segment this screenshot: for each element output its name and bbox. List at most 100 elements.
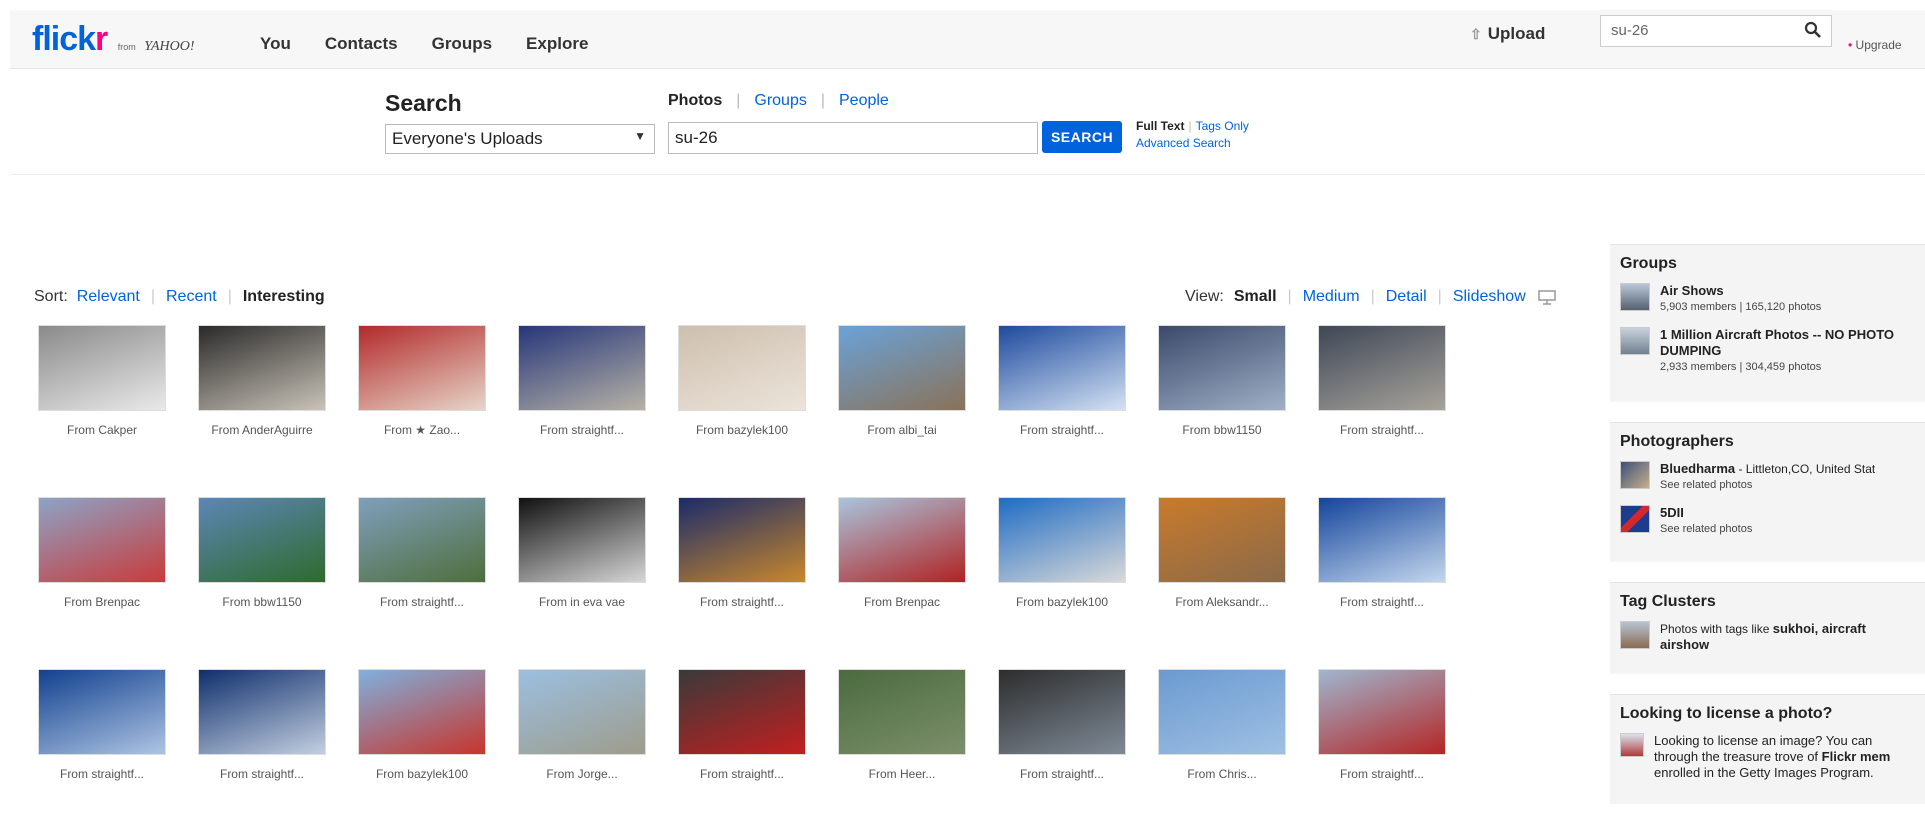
photo-owner-caption[interactable]: From bazylek100 [357, 767, 487, 781]
photo-thumbnail[interactable] [358, 669, 486, 755]
photo-thumbnail[interactable] [1318, 497, 1446, 583]
tag-cluster-tags-continued[interactable]: airshow [1660, 637, 1866, 653]
photo-thumbnail[interactable] [518, 669, 646, 755]
photo-thumbnail[interactable] [198, 669, 326, 755]
photo-thumbnail[interactable] [518, 325, 646, 411]
photo-tile[interactable]: From straightf... [1317, 669, 1447, 781]
avatar[interactable] [1620, 505, 1650, 533]
avatar[interactable] [1620, 461, 1650, 489]
tab-people[interactable]: People [839, 92, 889, 110]
photo-tile[interactable]: From Aleksandr... [1157, 497, 1287, 609]
photo-owner-caption[interactable]: From albi_tai [837, 423, 967, 437]
upgrade-link[interactable]: • Upgrade [1848, 38, 1902, 52]
photo-tile[interactable]: From bbw1150 [197, 497, 327, 609]
photo-tile[interactable]: From bazylek100 [357, 669, 487, 781]
photo-thumbnail[interactable] [1158, 669, 1286, 755]
photo-tile[interactable]: From straightf... [1317, 497, 1447, 609]
photo-tile[interactable]: From bazylek100 [677, 325, 807, 437]
view-medium[interactable]: Medium [1303, 288, 1360, 306]
photo-tile[interactable]: From bazylek100 [997, 497, 1127, 609]
header-search-input[interactable]: su-26 [1600, 15, 1832, 47]
view-small[interactable]: Small [1234, 288, 1277, 306]
search-icon[interactable] [1803, 20, 1823, 40]
photo-thumbnail[interactable] [198, 325, 326, 411]
photo-owner-caption[interactable]: From straightf... [997, 423, 1127, 437]
nav-you[interactable]: You [260, 34, 291, 54]
advanced-search-link[interactable]: Advanced Search [1136, 136, 1231, 150]
photo-owner-caption[interactable]: From straightf... [1317, 767, 1447, 781]
photo-owner-caption[interactable]: From AnderAguirre [197, 423, 327, 437]
nav-explore[interactable]: Explore [526, 34, 588, 54]
search-button[interactable]: SEARCH [1042, 121, 1122, 153]
group-item[interactable]: 1 Million Aircraft Photos -- NO PHOTO DU… [1620, 327, 1915, 375]
photo-tile[interactable]: From Heer... [837, 669, 967, 781]
photo-thumbnail[interactable] [998, 669, 1126, 755]
group-name[interactable]: 1 Million Aircraft Photos -- NO PHOTO [1660, 327, 1894, 343]
photo-thumbnail[interactable] [998, 325, 1126, 411]
photo-owner-caption[interactable]: From bbw1150 [197, 595, 327, 609]
flickr-members-link[interactable]: Flickr mem [1822, 749, 1891, 764]
photo-tile[interactable]: From in eva vae [517, 497, 647, 609]
view-detail[interactable]: Detail [1386, 288, 1427, 306]
photo-thumbnail[interactable] [1158, 497, 1286, 583]
photo-owner-caption[interactable]: From ★ Zao... [357, 423, 487, 437]
photo-tile[interactable]: From straightf... [997, 669, 1127, 781]
nav-contacts[interactable]: Contacts [325, 34, 398, 54]
photo-tile[interactable]: From albi_tai [837, 325, 967, 437]
photo-tile[interactable]: From straightf... [677, 669, 807, 781]
photo-owner-caption[interactable]: From Brenpac [837, 595, 967, 609]
photo-owner-caption[interactable]: From straightf... [1317, 595, 1447, 609]
flickr-logo[interactable]: flickr from YAHOO! [32, 20, 195, 59]
photo-thumbnail[interactable] [678, 497, 806, 583]
photo-owner-caption[interactable]: From bazylek100 [997, 595, 1127, 609]
photo-owner-caption[interactable]: From straightf... [357, 595, 487, 609]
photo-tile[interactable]: From Brenpac [37, 497, 167, 609]
sort-relevant[interactable]: Relevant [77, 288, 140, 306]
photo-thumbnail[interactable] [678, 669, 806, 755]
photographer-name[interactable]: 5DII [1660, 505, 1752, 521]
photo-thumbnail[interactable] [1158, 325, 1286, 411]
photo-thumbnail[interactable] [358, 325, 486, 411]
photo-tile[interactable]: From straightf... [357, 497, 487, 609]
photo-thumbnail[interactable] [838, 325, 966, 411]
photo-owner-caption[interactable]: From Heer... [837, 767, 967, 781]
photo-thumbnail[interactable] [38, 497, 166, 583]
sort-interesting[interactable]: Interesting [243, 288, 325, 306]
search-scope-select[interactable]: Everyone's Uploads ▼ [385, 124, 655, 154]
photo-owner-caption[interactable]: From Brenpac [37, 595, 167, 609]
related-photos-link[interactable]: See related photos [1660, 521, 1752, 537]
photo-tile[interactable]: From AnderAguirre [197, 325, 327, 437]
photo-tile[interactable]: From straightf... [37, 669, 167, 781]
photographer-item[interactable]: 5DII See related photos [1620, 505, 1915, 537]
photo-tile[interactable]: From straightf... [197, 669, 327, 781]
slideshow-icon[interactable] [1538, 289, 1556, 305]
tag-cluster-thumbnail[interactable] [1620, 621, 1650, 649]
nav-groups[interactable]: Groups [432, 34, 492, 54]
photo-owner-caption[interactable]: From straightf... [997, 767, 1127, 781]
photo-thumbnail[interactable] [1318, 325, 1446, 411]
full-text-option[interactable]: Full Text [1136, 119, 1184, 133]
group-name[interactable]: Air Shows [1660, 283, 1821, 299]
group-name-continued[interactable]: DUMPING [1660, 343, 1894, 359]
photographer-item[interactable]: Bluedharma - Littleton,CO, United Stat S… [1620, 461, 1915, 493]
tab-photos[interactable]: Photos [668, 92, 722, 110]
upload-link[interactable]: ⇧ Upload [1470, 24, 1545, 44]
photo-owner-caption[interactable]: From Aleksandr... [1157, 595, 1287, 609]
tag-cluster-item[interactable]: Photos with tags like sukhoi, aircraft a… [1620, 621, 1915, 653]
photo-tile[interactable]: From ★ Zao... [357, 325, 487, 437]
related-photos-link[interactable]: See related photos [1660, 477, 1875, 493]
photo-thumbnail[interactable] [198, 497, 326, 583]
view-slideshow[interactable]: Slideshow [1453, 288, 1526, 306]
group-item[interactable]: Air Shows 5,903 members | 165,120 photos [1620, 283, 1915, 315]
photo-tile[interactable]: From Chris... [1157, 669, 1287, 781]
sort-recent[interactable]: Recent [166, 288, 217, 306]
photo-thumbnail[interactable] [998, 497, 1126, 583]
photo-owner-caption[interactable]: From straightf... [677, 767, 807, 781]
photo-owner-caption[interactable]: From in eva vae [517, 595, 647, 609]
tab-groups[interactable]: Groups [754, 92, 806, 110]
photo-thumbnail[interactable] [838, 669, 966, 755]
photo-owner-caption[interactable]: From straightf... [37, 767, 167, 781]
photo-tile[interactable]: From Cakper [37, 325, 167, 437]
photo-owner-caption[interactable]: From bazylek100 [677, 423, 807, 437]
photo-thumbnail[interactable] [358, 497, 486, 583]
